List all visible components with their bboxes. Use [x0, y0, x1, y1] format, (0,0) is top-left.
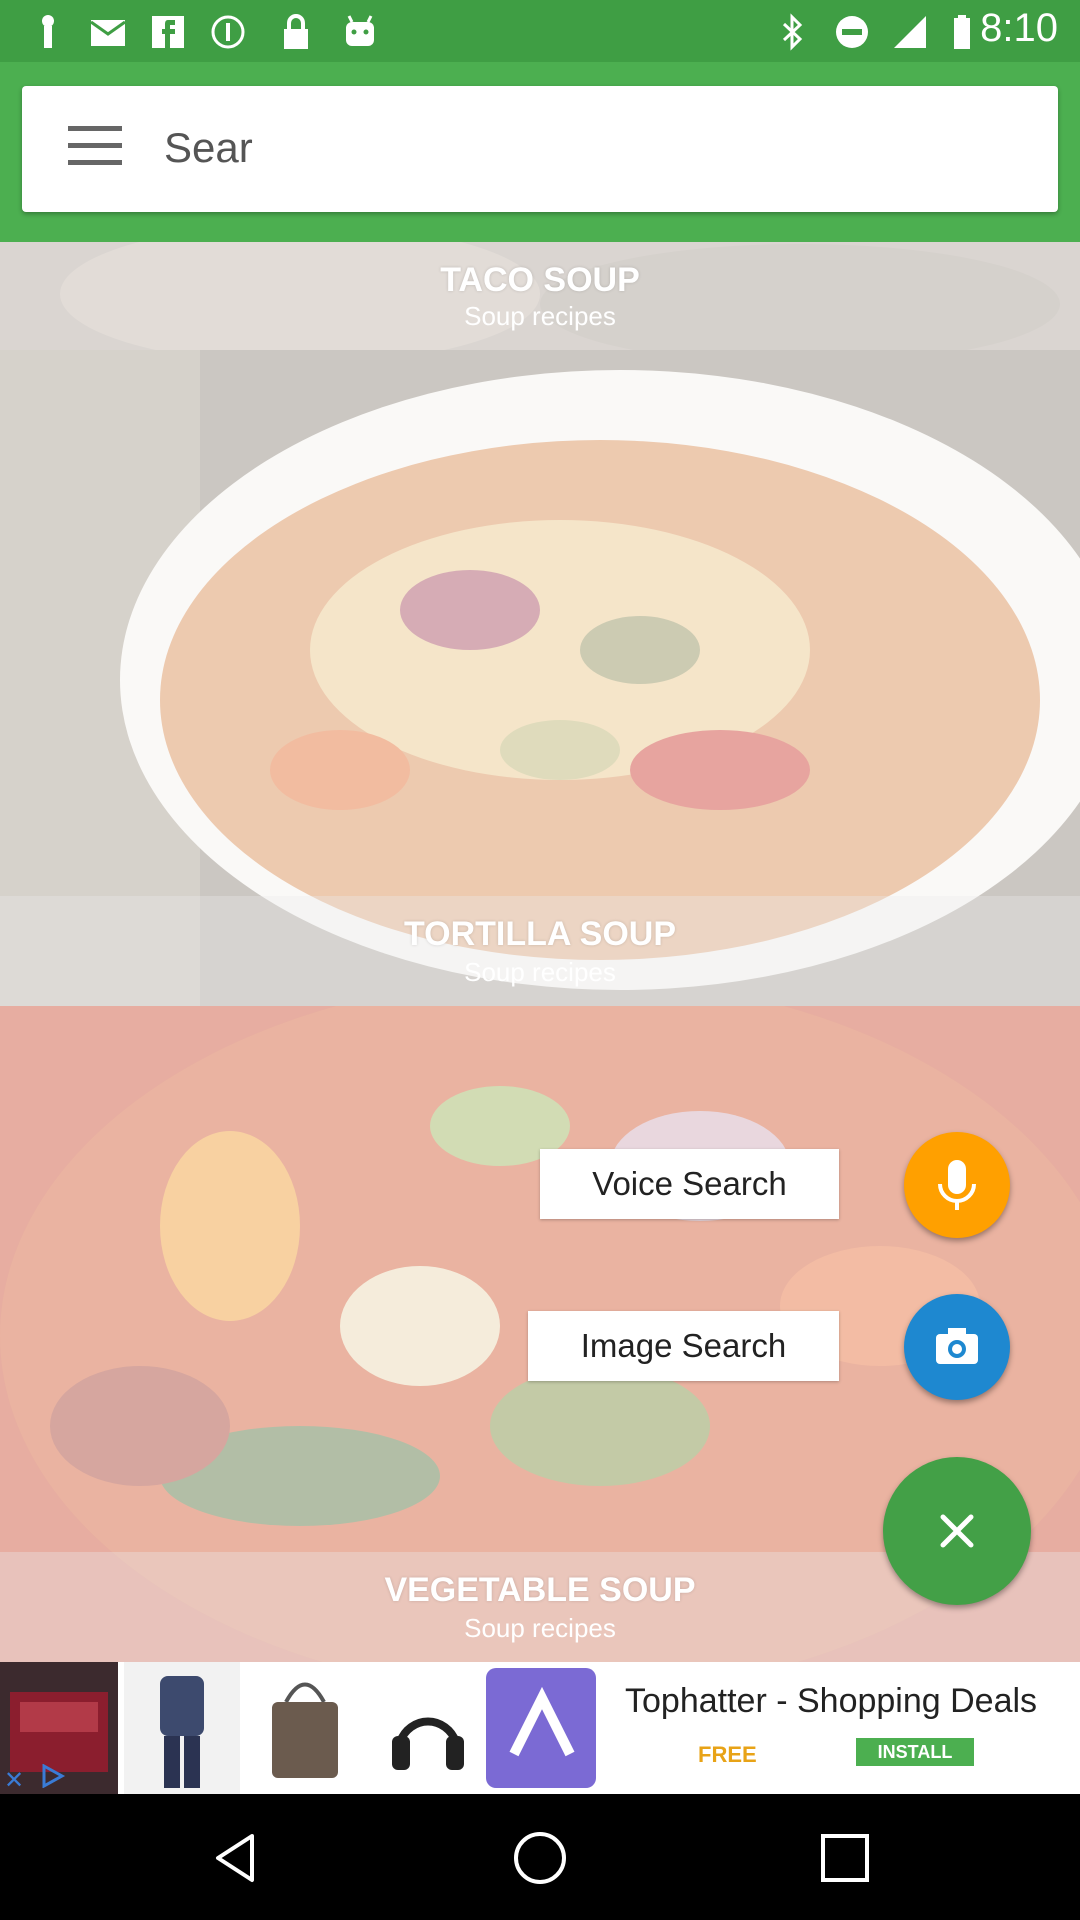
do-not-disturb-icon	[836, 16, 868, 48]
battery-icon	[954, 15, 970, 49]
lock-icon	[284, 14, 308, 49]
image-search-label[interactable]: Image Search	[528, 1311, 839, 1381]
ad-banner[interactable]: Tophatter - Shopping Deals FREE INSTALL …	[0, 1662, 1080, 1794]
ad-close-icon[interactable]: ✕	[4, 1766, 24, 1795]
voice-search-label[interactable]: Voice Search	[540, 1149, 839, 1219]
image-search-button[interactable]	[904, 1294, 1010, 1400]
facebook-icon	[152, 16, 184, 48]
ad-kids-clothes-image	[124, 1662, 240, 1794]
ad-install-button[interactable]: INSTALL	[856, 1738, 974, 1766]
ad-title: Tophatter - Shopping Deals	[625, 1682, 1038, 1720]
back-icon[interactable]	[206, 1828, 266, 1888]
recipe-title: TACO SOUP	[440, 261, 640, 299]
search-input[interactable]: Sear	[164, 124, 274, 172]
search-bar[interactable]: Sear	[22, 86, 1058, 212]
ad-price: FREE	[698, 1742, 757, 1767]
ad-handbag-image	[246, 1662, 364, 1794]
recipe-subtitle: Soup recipes	[464, 957, 616, 987]
microphone-icon	[938, 1160, 976, 1210]
voice-search-button[interactable]	[904, 1132, 1010, 1238]
recipe-subtitle: Soup recipes	[464, 301, 616, 331]
status-bar: 8:10	[0, 0, 1080, 62]
camera-icon	[936, 1328, 978, 1364]
ad-headphones-image	[370, 1662, 486, 1794]
menu-icon[interactable]	[68, 126, 122, 170]
recipe-title: TORTILLA SOUP	[404, 915, 676, 953]
android-icon	[346, 15, 374, 46]
mail-icon	[90, 20, 126, 46]
app-header: Sear	[0, 62, 1080, 242]
tophatter-logo-icon	[486, 1668, 596, 1788]
adchoices-icon[interactable]	[40, 1764, 66, 1788]
notification-icon	[42, 15, 54, 48]
close-fab-button[interactable]	[883, 1457, 1031, 1605]
recipe-list: TACO SOUP Soup recipes TORTILLA SOUP Sou…	[0, 242, 1080, 1662]
home-icon[interactable]	[510, 1828, 570, 1888]
recipe-subtitle: Soup recipes	[464, 1613, 616, 1643]
close-icon	[940, 1514, 974, 1548]
recipe-card-tortilla-soup[interactable]: TORTILLA SOUP Soup recipes	[0, 350, 1080, 1006]
signal-icon	[894, 16, 926, 48]
recent-apps-icon[interactable]	[815, 1828, 875, 1888]
bluetooth-icon	[782, 13, 803, 51]
navigation-bar	[0, 1794, 1080, 1920]
sync-icon	[211, 15, 245, 49]
status-time: 8:10	[980, 6, 1058, 50]
recipe-card-taco-soup[interactable]: TACO SOUP Soup recipes	[0, 242, 1080, 350]
